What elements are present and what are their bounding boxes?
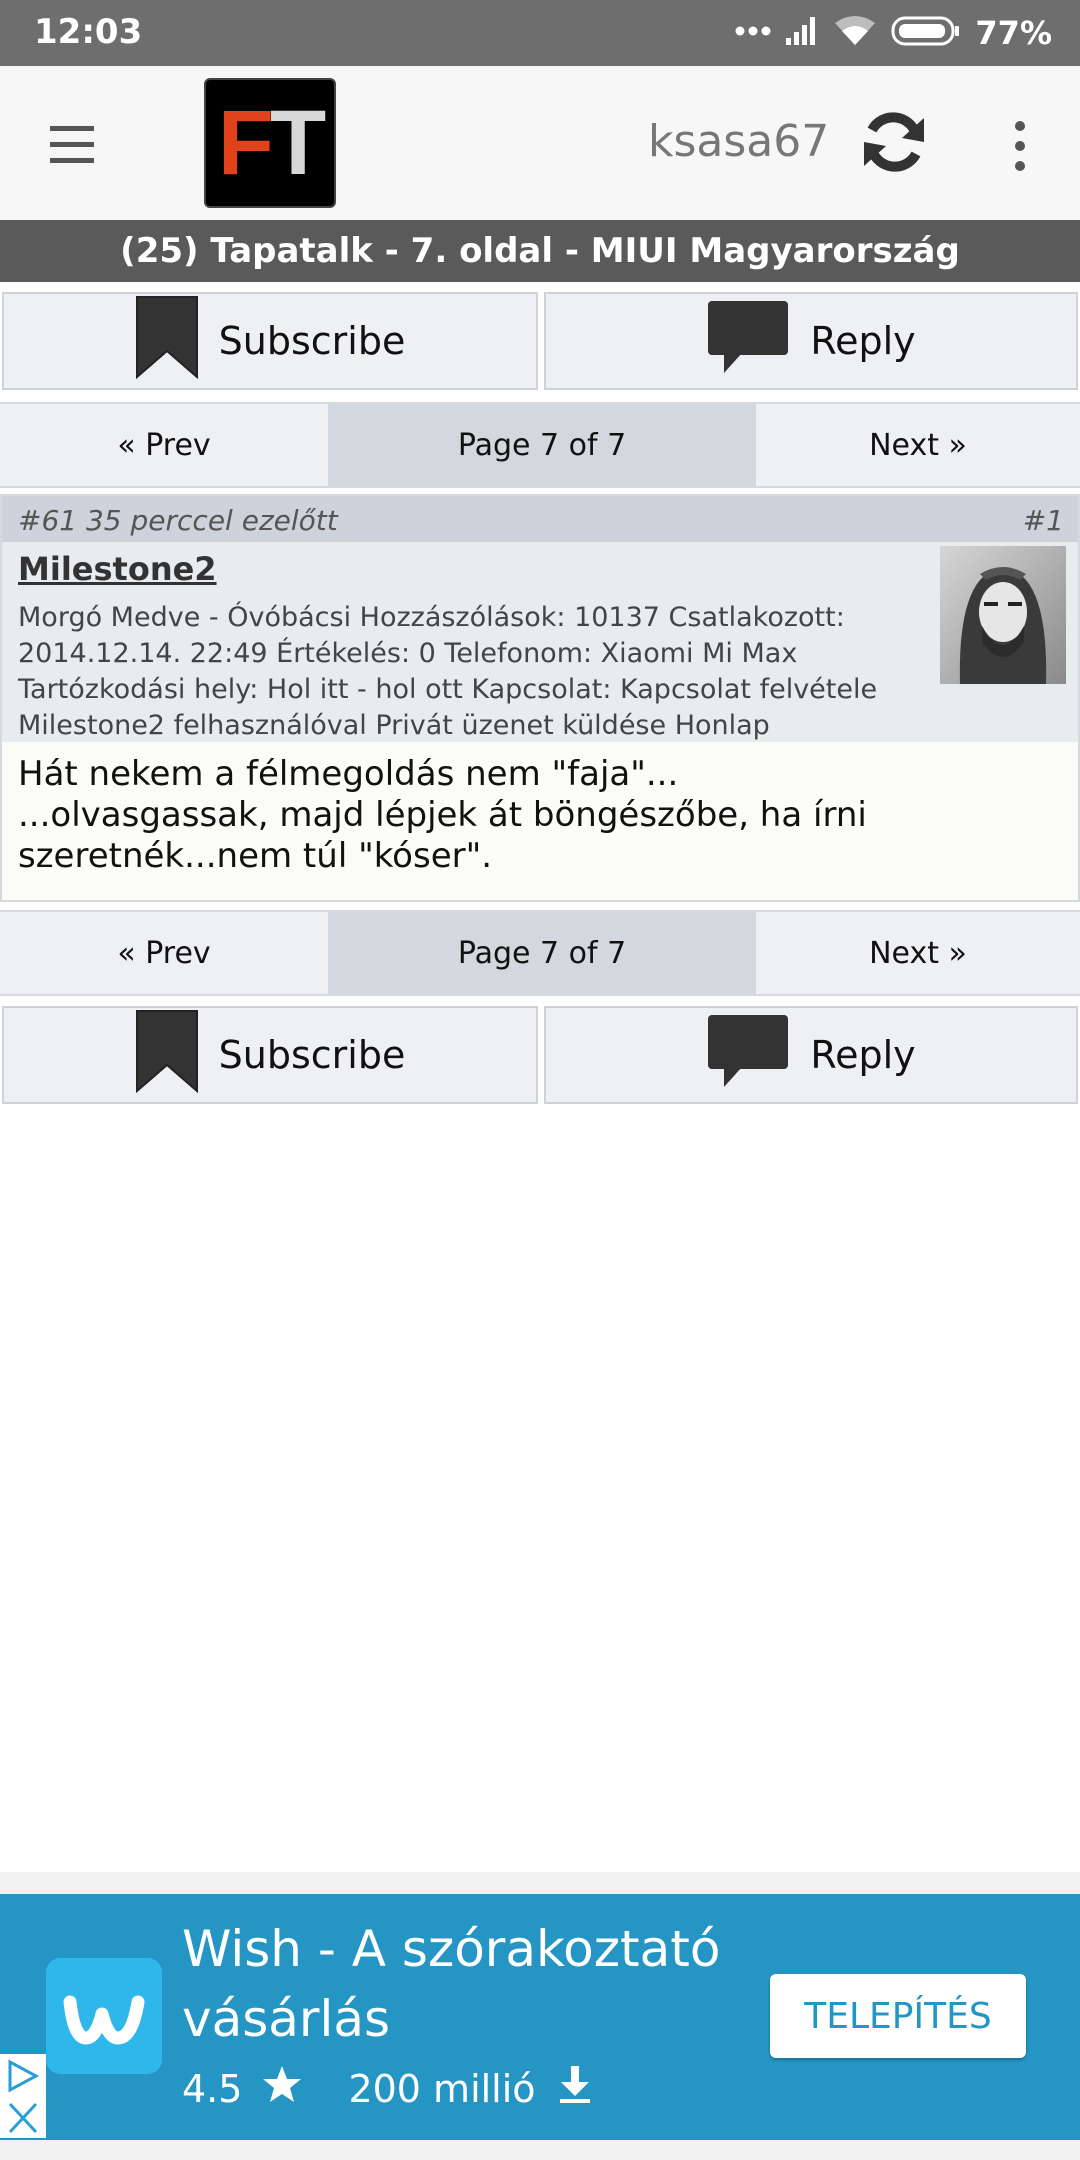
- post-author-link[interactable]: Milestone2: [18, 550, 217, 588]
- ad-stats: 4.5 200 millió: [182, 2064, 594, 2113]
- bottom-pagination: « Prev Page 7 of 7 Next »: [0, 910, 1080, 996]
- prev-page-button[interactable]: « Prev: [0, 912, 328, 994]
- speech-bubble-icon: [706, 1011, 790, 1100]
- ad-title[interactable]: Wish - A szórakoztató vásárlás: [182, 1914, 742, 2054]
- author-details: Morgó Medve - Óvóbácsi Hozzászólások: 10…: [18, 602, 878, 741]
- refresh-icon[interactable]: [856, 104, 932, 180]
- hamburger-menu-icon[interactable]: [40, 118, 104, 170]
- thread-title: (25) Tapatalk - 7. oldal - MIUI Magyaror…: [120, 231, 960, 271]
- subscribe-button[interactable]: Subscribe: [2, 292, 538, 390]
- ad-banner[interactable]: Wish - A szórakoztató vásárlás 4.5 200 m…: [0, 1894, 1080, 2140]
- app-bar: FT ksasa67: [0, 66, 1080, 220]
- status-bar: 12:03 77%: [0, 0, 1080, 66]
- post-number[interactable]: #1: [1023, 504, 1064, 537]
- wish-app-icon[interactable]: [46, 1958, 162, 2074]
- status-time: 12:03: [34, 12, 143, 52]
- post: #61 35 perccel ezelőtt #1 Milestone2 Mor…: [0, 494, 1080, 902]
- forum-logo[interactable]: FT: [204, 78, 336, 208]
- subscribe-label: Subscribe: [218, 319, 406, 363]
- wifi-icon: [833, 15, 877, 52]
- current-page-label[interactable]: Page 7 of 7: [328, 404, 756, 486]
- adchoices-icon[interactable]: [0, 2054, 46, 2138]
- post-header: #61 35 perccel ezelőtt #1: [2, 496, 1078, 542]
- bookmark-icon: [135, 295, 199, 388]
- avatar[interactable]: [940, 546, 1066, 684]
- post-text: Hát nekem a félmegoldás nem "faja"... ..…: [18, 754, 867, 876]
- more-notifications-icon: [735, 24, 771, 42]
- thread-title-bar: (25) Tapatalk - 7. oldal - MIUI Magyaror…: [0, 220, 1080, 282]
- battery-icon: [891, 15, 961, 52]
- current-page-label[interactable]: Page 7 of 7: [328, 912, 756, 994]
- top-pagination: « Prev Page 7 of 7 Next »: [0, 402, 1080, 488]
- ad-downloads: 200 millió: [348, 2066, 536, 2111]
- battery-percent: 77%: [975, 14, 1052, 52]
- next-page-button[interactable]: Next »: [756, 404, 1080, 486]
- next-page-button[interactable]: Next »: [756, 912, 1080, 994]
- post-author-info: Milestone2 Morgó Medve - Óvóbácsi Hozzás…: [2, 542, 1078, 742]
- reply-label: Reply: [810, 319, 916, 363]
- bottom-strip: [0, 2140, 1080, 2160]
- bookmark-icon: [135, 1009, 199, 1102]
- star-icon: [262, 2065, 302, 2112]
- subscribe-label: Subscribe: [218, 1033, 406, 1077]
- reply-button[interactable]: Reply: [544, 1006, 1078, 1104]
- username-label[interactable]: ksasa67: [648, 116, 829, 167]
- overflow-menu-icon[interactable]: [1000, 116, 1040, 176]
- speech-bubble-icon: [706, 297, 790, 386]
- post-meta: #61 35 perccel ezelőtt: [18, 504, 338, 537]
- install-button[interactable]: TELEPÍTÉS: [770, 1974, 1026, 2058]
- ad-rating: 4.5: [182, 2066, 243, 2111]
- subscribe-button[interactable]: Subscribe: [2, 1006, 538, 1104]
- ad-separator: [0, 1872, 1080, 1894]
- download-icon: [556, 2064, 594, 2113]
- top-action-row: Subscribe Reply: [0, 292, 1080, 392]
- prev-page-button[interactable]: « Prev: [0, 404, 328, 486]
- bottom-action-row: Subscribe Reply: [0, 1006, 1080, 1106]
- reply-label: Reply: [810, 1033, 916, 1077]
- reply-button[interactable]: Reply: [544, 292, 1078, 390]
- signal-icon: [785, 16, 819, 51]
- post-content: Hát nekem a félmegoldás nem "faja"... ..…: [2, 742, 1078, 900]
